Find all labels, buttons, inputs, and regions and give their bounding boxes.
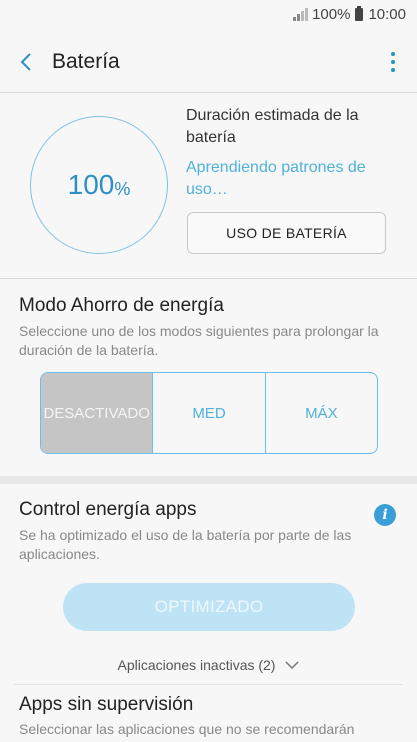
mode-off[interactable]: DESACTIVADO xyxy=(41,373,153,453)
back-button[interactable] xyxy=(0,32,52,92)
info-icon[interactable]: i xyxy=(374,504,396,526)
unsupervised-description: Seleccionar las aplicaciones que no se r… xyxy=(19,721,355,737)
inactive-apps-toggle[interactable]: Aplicaciones inactivas (2) xyxy=(0,657,417,673)
battery-percent-status: 100% xyxy=(312,6,351,23)
back-arrow-icon xyxy=(20,53,31,71)
unsupervised-title: Apps sin supervisión xyxy=(19,694,194,715)
battery-level-ring: 100% xyxy=(30,116,168,254)
unsupervised-apps-item[interactable]: Apps sin supervisión Seleccionar las apl… xyxy=(0,684,417,742)
estimated-duration-label: Duración estimada de la batería xyxy=(186,107,359,146)
more-options-icon[interactable] xyxy=(391,52,395,72)
battery-panel: 100% Duración estimada de la batería Apr… xyxy=(0,93,417,278)
clock: 10:00 xyxy=(368,6,406,23)
status-bar: 100% 10:00 xyxy=(0,0,417,32)
learning-status: Aprendiendo patrones de uso… xyxy=(186,159,366,198)
app-power-title: Control energía apps xyxy=(19,499,197,520)
battery-percent-value: 100 xyxy=(67,169,115,200)
battery-icon xyxy=(355,6,364,21)
inactive-apps-label: Aplicaciones inactivas (2) xyxy=(117,657,276,673)
chevron-down-icon xyxy=(285,661,300,669)
section-separator xyxy=(0,476,417,484)
app-power-section: Control energía apps i Se ha optimizado … xyxy=(0,484,417,685)
power-saving-description: Seleccione uno de los modos siguientes p… xyxy=(19,323,379,358)
mode-max[interactable]: MÁX xyxy=(264,373,377,453)
signal-icon xyxy=(293,8,309,21)
app-power-description: Se ha optimizado el uso de la batería po… xyxy=(19,527,352,562)
app-bar: Batería xyxy=(0,32,417,92)
status-indicators: 100% 10:00 xyxy=(293,6,406,23)
mode-med[interactable]: MED xyxy=(152,373,264,453)
battery-percent-sign: % xyxy=(114,178,131,199)
optimize-button[interactable]: OPTIMIZADO xyxy=(63,583,355,631)
power-saving-title: Modo Ahorro de energía xyxy=(19,295,224,316)
battery-usage-button[interactable]: USO DE BATERÍA xyxy=(187,212,386,254)
page-title: Batería xyxy=(52,50,120,73)
power-saving-section: Modo Ahorro de energía Seleccione uno de… xyxy=(0,279,417,476)
power-mode-selector: DESACTIVADO MED MÁX xyxy=(40,372,378,454)
